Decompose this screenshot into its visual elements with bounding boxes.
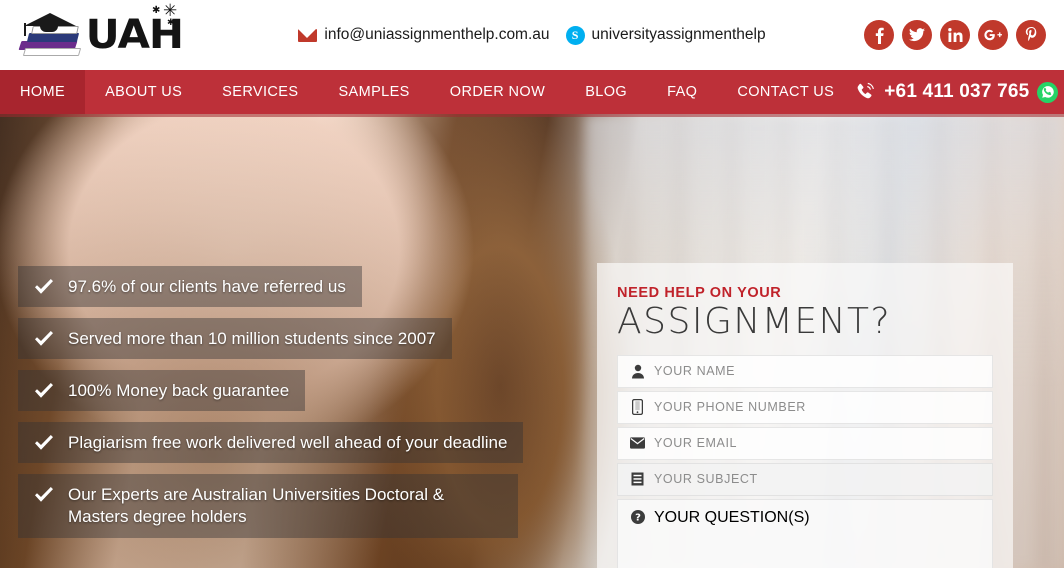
- twitter-icon[interactable]: [902, 20, 932, 50]
- svg-text:?: ?: [635, 513, 641, 524]
- subject-field[interactable]: YOUR SUBJECT: [617, 462, 993, 496]
- enquiry-form-panel: NEED HELP ON YOUR ASSIGNMENT? YOUR NAME …: [597, 263, 1013, 568]
- graduation-cap-books-icon: [18, 9, 86, 61]
- bullet-text: Our Experts are Australian Universities …: [68, 485, 445, 527]
- nav-item-home[interactable]: HOME: [0, 70, 86, 114]
- nav-item-services[interactable]: SERVICES: [202, 70, 318, 114]
- googleplus-icon[interactable]: [978, 20, 1008, 50]
- list-item: Served more than 10 million students sin…: [18, 318, 452, 360]
- nav-phone-number[interactable]: +61 411 037 765: [884, 81, 1029, 103]
- list-icon: [630, 471, 645, 488]
- phone-field-placeholder: YOUR PHONE NUMBER: [654, 400, 806, 415]
- mobile-phone-icon: [630, 399, 645, 416]
- check-icon: [32, 380, 54, 402]
- bullet-text: Served more than 10 million students sin…: [68, 329, 436, 349]
- check-icon: [32, 484, 54, 506]
- phone-field[interactable]: YOUR PHONE NUMBER: [617, 390, 993, 424]
- nav-item-about-us[interactable]: ABOUT US: [85, 70, 202, 114]
- phone-ringing-icon: [854, 81, 876, 103]
- page-root: UAH ✱ ✳ ✱ info@uniassignmenthelp.com.au S …: [0, 0, 1064, 568]
- check-icon: [32, 276, 54, 298]
- nav-item-blog[interactable]: BLOG: [565, 70, 647, 114]
- hero-bullet-list: 97.6% of our clients have referred us Se…: [18, 266, 538, 549]
- header-contact-group: info@uniassignmenthelp.com.au S universi…: [200, 25, 864, 45]
- nav-items: HOME ABOUT US SERVICES SAMPLES ORDER NOW…: [0, 70, 854, 114]
- whatsapp-icon[interactable]: [1037, 81, 1059, 103]
- check-icon: [32, 328, 54, 350]
- email-field-placeholder: YOUR EMAIL: [654, 436, 738, 451]
- nav-phone-group: +61 411 037 765: [854, 81, 1064, 103]
- nav-item-order-now[interactable]: ORDER NOW: [430, 70, 565, 114]
- question-mark-icon: ?: [630, 509, 645, 526]
- social-links: [864, 20, 1064, 50]
- form-title: ASSIGNMENT?: [617, 301, 892, 342]
- hero-banner: 97.6% of our clients have referred us Se…: [0, 114, 1064, 568]
- envelope-icon: [298, 28, 318, 42]
- subject-field-placeholder: YOUR SUBJECT: [654, 472, 758, 487]
- skype-icon: S: [565, 25, 585, 45]
- bullet-text: Plagiarism free work delivered well ahea…: [68, 433, 508, 453]
- check-icon: [32, 432, 54, 454]
- linkedin-icon[interactable]: [940, 20, 970, 50]
- list-item: Our Experts are Australian Universities …: [18, 474, 518, 538]
- list-item: Plagiarism free work delivered well ahea…: [18, 422, 524, 464]
- bullet-text: 100% Money back guarantee: [68, 381, 290, 401]
- main-navigation: HOME ABOUT US SERVICES SAMPLES ORDER NOW…: [0, 70, 1064, 114]
- list-item: 97.6% of our clients have referred us: [18, 266, 362, 308]
- pinterest-icon[interactable]: [1016, 20, 1046, 50]
- header-skype[interactable]: S universityassignmenthelp: [565, 25, 766, 45]
- nav-item-samples[interactable]: SAMPLES: [318, 70, 429, 114]
- name-field[interactable]: YOUR NAME: [617, 354, 993, 388]
- form-kicker: NEED HELP ON YOUR: [617, 285, 782, 301]
- user-icon: [630, 363, 645, 380]
- hero-top-divider: [0, 114, 1064, 117]
- envelope-icon: [630, 435, 645, 452]
- question-textarea[interactable]: ? YOUR QUESTION(S): [617, 498, 993, 568]
- bullet-text: 97.6% of our clients have referred us: [68, 277, 346, 296]
- top-header-bar: UAH ✱ ✳ ✱ info@uniassignmenthelp.com.au S …: [0, 0, 1064, 70]
- nav-item-faq[interactable]: FAQ: [647, 70, 717, 114]
- logo-stars-icon: ✱ ✳ ✱: [152, 1, 178, 27]
- name-field-placeholder: YOUR NAME: [654, 364, 736, 379]
- list-item: 100% Money back guarantee: [18, 370, 306, 412]
- nav-item-contact-us[interactable]: CONTACT US: [717, 70, 854, 114]
- header-email-text: info@uniassignmenthelp.com.au: [324, 26, 550, 43]
- facebook-icon[interactable]: [864, 20, 894, 50]
- email-field[interactable]: YOUR EMAIL: [617, 426, 993, 460]
- header-skype-text: universityassignmenthelp: [591, 26, 766, 43]
- question-placeholder: YOUR QUESTION(S): [654, 508, 810, 526]
- header-email[interactable]: info@uniassignmenthelp.com.au: [298, 26, 550, 44]
- site-logo[interactable]: UAH ✱ ✳ ✱: [0, 0, 200, 70]
